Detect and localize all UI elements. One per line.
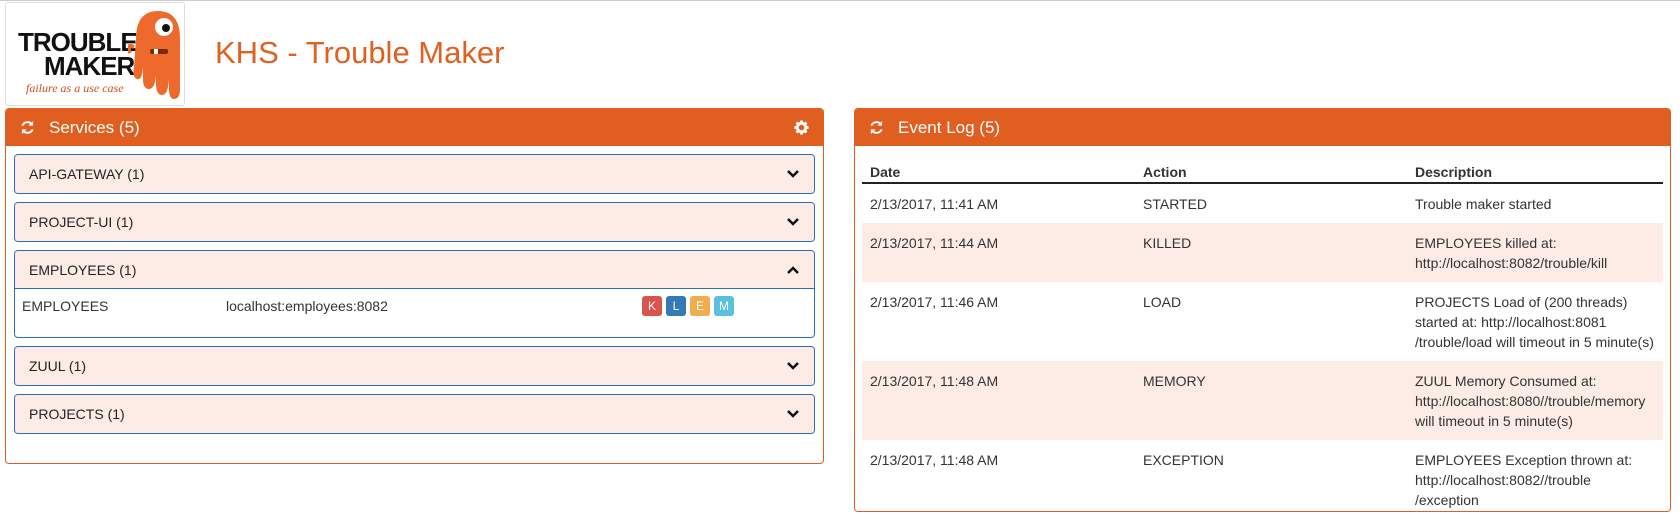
description-line: Trouble maker started: [1415, 196, 1552, 212]
table-row: 2/13/2017, 11:48 AM MEMORY ZUUL Memory C…: [862, 361, 1663, 440]
event-action: STARTED: [1143, 196, 1208, 212]
instance-host: localhost:employees:8082: [226, 298, 388, 314]
service-header[interactable]: EMPLOYEES (1): [15, 251, 814, 289]
chevron-down-icon[interactable]: [786, 407, 800, 421]
logo-text-line2: MAKER: [44, 51, 135, 81]
table-row: 2/13/2017, 11:41 AM STARTED Trouble make…: [862, 183, 1663, 223]
service-label: API-GATEWAY (1): [29, 166, 145, 182]
load-button[interactable]: L: [666, 296, 686, 316]
description-line: EMPLOYEES killed at:: [1415, 235, 1557, 251]
description-line: /exception: [1415, 492, 1479, 508]
chevron-down-icon[interactable]: [786, 215, 800, 229]
service-accordion-employees: EMPLOYEES (1) EMPLOYEES localhost:employ…: [14, 250, 815, 338]
description-line: PROJECTS Load of (200 threads): [1415, 294, 1628, 310]
description-line: ZUUL Memory Consumed at:: [1415, 373, 1597, 389]
refresh-icon[interactable]: [20, 120, 35, 135]
service-instance-row: EMPLOYEES localhost:employees:8082 K L E…: [15, 289, 814, 337]
instance-name: EMPLOYEES: [22, 298, 109, 314]
page-title: KHS - Trouble Maker: [215, 35, 505, 70]
event-log-panel: Event Log (5) Date Action Description 2/…: [854, 108, 1671, 512]
event-action: KILLED: [1135, 223, 1407, 282]
service-header[interactable]: PROJECTS (1): [15, 395, 814, 433]
event-log-table: Date Action Description 2/13/2017, 11:41…: [862, 160, 1663, 519]
description-line: http://localhost:8080//trouble/memory: [1415, 393, 1646, 409]
exception-button[interactable]: E: [690, 296, 710, 316]
event-date: 2/13/2017, 11:48 AM: [870, 452, 999, 468]
service-header[interactable]: ZUUL (1): [15, 347, 814, 385]
event-description: EMPLOYEES killed at: http://localhost:80…: [1407, 223, 1663, 282]
column-header-description: Description: [1407, 160, 1663, 184]
description-line: http://localhost:8082//trouble: [1415, 472, 1591, 488]
description-line: EMPLOYEES Exception thrown at:: [1415, 452, 1633, 468]
kill-button[interactable]: K: [642, 296, 662, 316]
table-row: 2/13/2017, 11:46 AM LOAD PROJECTS Load o…: [862, 282, 1663, 361]
services-panel-header: Services (5): [6, 109, 823, 146]
description-line: /trouble/load will timeout in 5 minute(s…: [1415, 334, 1654, 350]
event-action: LOAD: [1143, 294, 1182, 310]
services-panel: Services (5) API-GATEWAY (1) PROJECT-UI …: [5, 108, 824, 464]
logo-tagline: failure as a use case: [26, 81, 124, 95]
chevron-down-icon[interactable]: [786, 359, 800, 373]
service-label: EMPLOYEES (1): [29, 261, 137, 278]
column-header-date: Date: [862, 160, 1135, 184]
monster-mascot-icon: [128, 11, 180, 99]
trouble-actions: K L E M: [642, 296, 734, 316]
service-header[interactable]: PROJECT-UI (1): [15, 203, 814, 241]
column-header-action: Action: [1135, 160, 1407, 184]
event-date: 2/13/2017, 11:46 AM: [870, 294, 999, 310]
service-header[interactable]: API-GATEWAY (1): [15, 155, 814, 193]
event-action: EXCEPTION: [1143, 452, 1224, 468]
services-list: API-GATEWAY (1) PROJECT-UI (1) EMPLOYEES…: [6, 154, 823, 434]
event-date: 2/13/2017, 11:44 AM: [862, 223, 1135, 282]
gear-icon[interactable]: [794, 120, 809, 135]
event-date: 2/13/2017, 11:41 AM: [870, 196, 999, 212]
service-label: PROJECT-UI (1): [29, 214, 134, 230]
description-line: will timeout in 5 minute(s): [1415, 413, 1573, 429]
services-panel-title: Services (5): [49, 117, 140, 137]
service-label: PROJECTS (1): [29, 406, 125, 422]
chevron-down-icon[interactable]: [786, 167, 800, 181]
service-accordion-projects: PROJECTS (1): [14, 394, 815, 434]
service-accordion-api-gateway: API-GATEWAY (1): [14, 154, 815, 194]
memory-button[interactable]: M: [714, 296, 734, 316]
description-line: started at: http://localhost:8081: [1415, 314, 1607, 330]
table-header-row: Date Action Description: [862, 160, 1663, 184]
service-label: ZUUL (1): [29, 358, 87, 374]
app-logo: TROUBLE MAKER failure as a use case: [5, 2, 185, 106]
refresh-icon[interactable]: [869, 120, 884, 135]
event-log-header: Event Log (5): [855, 109, 1670, 146]
event-description: Trouble maker started: [1407, 183, 1663, 223]
table-row: 2/13/2017, 11:48 AM EXCEPTION EMPLOYEES …: [862, 440, 1663, 519]
service-accordion-project-ui: PROJECT-UI (1): [14, 202, 815, 242]
event-description: ZUUL Memory Consumed at: http://localhos…: [1407, 361, 1663, 440]
description-line: http://localhost:8082/trouble/kill: [1415, 255, 1608, 271]
event-date: 2/13/2017, 11:48 AM: [862, 361, 1135, 440]
table-row: 2/13/2017, 11:44 AM KILLED EMPLOYEES kil…: [862, 223, 1663, 282]
service-accordion-zuul: ZUUL (1): [14, 346, 815, 386]
chevron-up-icon[interactable]: [786, 263, 800, 277]
event-description: EMPLOYEES Exception thrown at: http://lo…: [1407, 440, 1663, 519]
event-action: MEMORY: [1135, 361, 1407, 440]
event-description: PROJECTS Load of (200 threads) started a…: [1407, 282, 1663, 361]
event-log-title: Event Log (5): [898, 117, 1001, 137]
